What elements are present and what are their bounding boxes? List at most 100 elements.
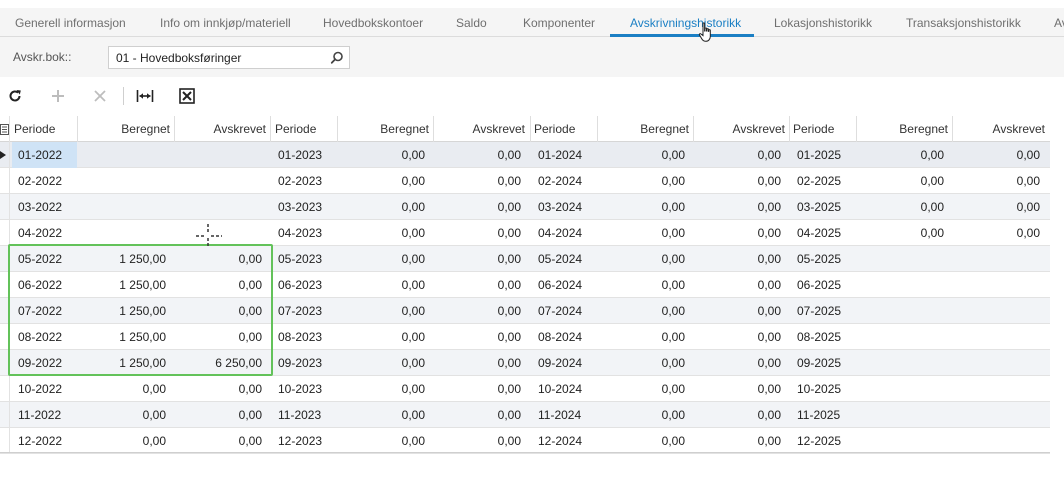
cell-beregnet[interactable]: 0,00 [598,272,685,298]
cell-beregnet[interactable] [857,350,944,376]
cell-avskrevet[interactable]: 0,00 [434,142,521,168]
cell-beregnet[interactable]: 1 250,00 [78,350,166,376]
column-header-periode[interactable]: Periode [275,116,316,142]
cell-periode[interactable]: 07-2022 [18,298,78,324]
book-selector-field[interactable]: 01 - Hovedboksføringer [108,46,350,69]
cell-periode[interactable]: 06-2023 [278,272,338,298]
column-header-beregnet[interactable]: Beregnet [78,116,170,142]
cell-periode[interactable]: 09-2025 [797,350,857,376]
cell-avskrevet[interactable]: 0,00 [694,350,781,376]
table-row[interactable]: 09-2022 1 250,00 6 250,00 09-2023 0,00 0,00 09… [0,350,1050,376]
cell-periode[interactable]: 02-2023 [278,168,338,194]
cell-avskrevet[interactable]: 0,00 [175,272,262,298]
cell-periode[interactable]: 07-2023 [278,298,338,324]
cell-beregnet[interactable] [78,168,166,194]
cell-avskrevet[interactable]: 0,00 [694,402,781,428]
cell-beregnet[interactable]: 0,00 [338,350,425,376]
cell-avskrevet[interactable]: 0,00 [175,246,262,272]
cell-beregnet[interactable]: 0,00 [857,194,944,220]
cell-beregnet[interactable]: 0,00 [338,168,425,194]
cell-beregnet[interactable]: 0,00 [338,402,425,428]
cell-periode[interactable]: 07-2025 [797,298,857,324]
cell-avskrevet[interactable]: 0,00 [694,194,781,220]
cell-periode[interactable]: 08-2023 [278,324,338,350]
cell-periode[interactable]: 12-2023 [278,428,338,454]
cell-periode[interactable]: 11-2024 [538,402,598,428]
table-row[interactable]: 05-2022 1 250,00 0,00 05-2023 0,00 0,00 05-202… [0,246,1050,272]
cell-beregnet[interactable]: 0,00 [598,402,685,428]
cell-periode[interactable]: 01-2025 [797,142,857,168]
export-excel-icon[interactable] [178,87,196,105]
table-row[interactable]: 06-2022 1 250,00 0,00 06-2023 0,00 0,00 06-202… [0,272,1050,298]
cell-periode[interactable]: 11-2025 [797,402,857,428]
column-header-beregnet[interactable]: Beregnet [598,116,689,142]
column-header-avskrevet[interactable]: Avskrevet [694,116,785,142]
cell-periode[interactable]: 12-2025 [797,428,857,454]
table-row[interactable]: 04-2022 04-2023 0,00 0,00 04-2024 0,00 0,00 04-… [0,220,1050,246]
tab-generell-informasjon[interactable]: Generell informasjon [15,16,126,30]
cell-beregnet[interactable]: 0,00 [598,350,685,376]
tab-komponenter[interactable]: Komponenter [523,16,595,30]
cell-beregnet[interactable]: 0,00 [598,168,685,194]
cell-beregnet[interactable] [857,272,944,298]
cell-beregnet[interactable]: 1 250,00 [78,298,166,324]
cell-beregnet[interactable]: 0,00 [338,142,425,168]
delete-icon[interactable] [91,87,109,105]
cell-periode[interactable]: 04-2024 [538,220,598,246]
tab-saldo[interactable]: Saldo [456,16,487,30]
table-row[interactable]: 01-2022 01-2023 0,00 0,00 01-2024 0,00 0,00 01-… [0,142,1050,168]
column-header-periode[interactable]: Periode [793,116,834,142]
cell-avskrevet[interactable]: 0,00 [694,168,781,194]
cell-periode[interactable]: 10-2025 [797,376,857,402]
cell-avskrevet[interactable]: 0,00 [175,402,262,428]
cell-periode[interactable]: 03-2025 [797,194,857,220]
cell-periode[interactable]: 08-2022 [18,324,78,350]
cell-avskrevet[interactable] [953,350,1040,376]
cell-avskrevet[interactable] [175,194,262,220]
cell-beregnet[interactable] [857,376,944,402]
cell-avskrevet[interactable]: 0,00 [175,298,262,324]
tab-overflow[interactable]: Av [1054,16,1064,30]
cell-avskrevet[interactable]: 0,00 [434,298,521,324]
tab-lokasjonshistorikk[interactable]: Lokasjonshistorikk [774,16,872,30]
cell-periode[interactable]: 08-2024 [538,324,598,350]
cell-beregnet[interactable]: 0,00 [338,298,425,324]
cell-beregnet[interactable]: 0,00 [857,168,944,194]
cell-avskrevet[interactable]: 0,00 [175,376,262,402]
cell-avskrevet[interactable] [953,246,1040,272]
cell-periode[interactable]: 07-2024 [538,298,598,324]
table-row[interactable]: 07-2022 1 250,00 0,00 07-2023 0,00 0,00 07-202… [0,298,1050,324]
cell-beregnet[interactable]: 0,00 [598,376,685,402]
cell-periode[interactable]: 01-2024 [538,142,598,168]
cell-beregnet[interactable]: 0,00 [598,428,685,454]
cell-avskrevet[interactable]: 0,00 [694,142,781,168]
cell-avskrevet[interactable]: 0,00 [694,272,781,298]
cell-avskrevet[interactable] [953,298,1040,324]
cell-periode[interactable]: 12-2024 [538,428,598,454]
cell-beregnet[interactable] [78,220,166,246]
cell-beregnet[interactable]: 0,00 [338,428,425,454]
cell-beregnet[interactable] [78,194,166,220]
table-row[interactable]: 02-2022 02-2023 0,00 0,00 02-2024 0,00 0,00 02-… [0,168,1050,194]
search-icon[interactable] [329,50,345,66]
cell-beregnet[interactable]: 0,00 [338,194,425,220]
cell-periode[interactable]: 09-2022 [18,350,78,376]
cell-beregnet[interactable] [78,142,166,168]
cell-beregnet[interactable]: 0,00 [338,324,425,350]
cell-periode[interactable]: 10-2022 [18,376,78,402]
cell-beregnet[interactable]: 1 250,00 [78,324,166,350]
cell-periode[interactable]: 01-2023 [278,142,338,168]
cell-beregnet[interactable]: 0,00 [857,220,944,246]
table-row[interactable]: 11-2022 0,00 0,00 11-2023 0,00 0,00 11-2024 0,0… [0,402,1050,428]
cell-avskrevet[interactable] [953,402,1040,428]
table-row[interactable]: 03-2022 03-2023 0,00 0,00 03-2024 0,00 0,00 03-… [0,194,1050,220]
cell-periode[interactable]: 03-2022 [18,194,78,220]
cell-periode[interactable]: 09-2023 [278,350,338,376]
fit-columns-icon[interactable] [136,87,154,105]
cell-avskrevet[interactable]: 0,00 [953,168,1040,194]
cell-beregnet[interactable]: 0,00 [78,402,166,428]
cell-beregnet[interactable]: 1 250,00 [78,246,166,272]
cell-beregnet[interactable]: 0,00 [78,376,166,402]
cell-periode[interactable]: 03-2023 [278,194,338,220]
cell-periode[interactable]: 05-2022 [18,246,78,272]
